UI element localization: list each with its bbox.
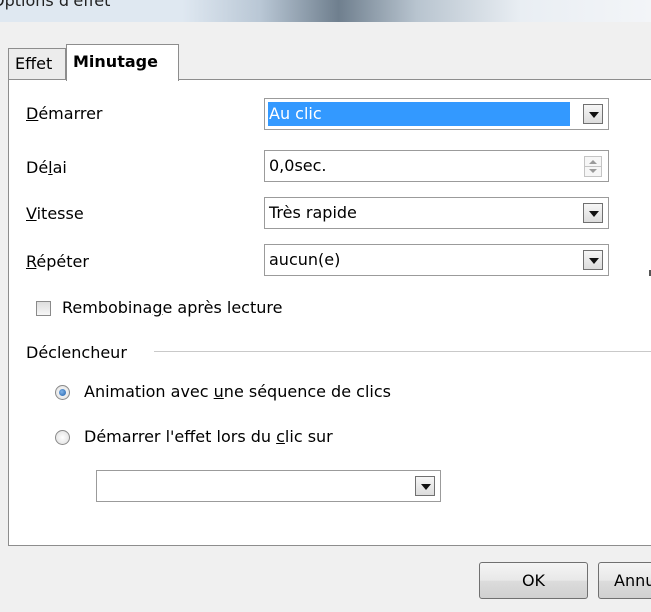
trigger-group-label: Déclencheur	[26, 343, 127, 362]
title-bar: Options d'effet	[0, 0, 651, 22]
shape-select[interactable]	[96, 470, 441, 502]
repeat-label: Répéter	[26, 252, 89, 271]
start-label: Démarrer	[26, 104, 103, 123]
tab-effet[interactable]: Effet	[8, 48, 66, 79]
repeat-select-value: aucun(e)	[269, 250, 341, 269]
radio-click-sequence[interactable]	[55, 385, 70, 400]
chevron-down-icon[interactable]	[583, 203, 603, 223]
delay-spinbox[interactable]: 0,0sec.	[264, 150, 609, 182]
start-select-value: Au clic	[268, 102, 570, 126]
chevron-down-icon[interactable]	[583, 250, 603, 270]
delay-value: 0,0sec.	[269, 156, 327, 175]
tab-minutage[interactable]: Minutage	[66, 44, 179, 81]
spin-up-icon[interactable]	[585, 157, 601, 167]
spin-buttons[interactable]	[584, 156, 602, 177]
ok-button[interactable]: OK	[479, 562, 588, 599]
spin-down-icon[interactable]	[585, 167, 601, 176]
chevron-down-icon[interactable]	[415, 476, 435, 496]
speed-select-value: Très rapide	[269, 203, 357, 222]
cancel-button[interactable]: Annuler	[598, 562, 651, 599]
group-divider	[154, 351, 651, 352]
radio-click-sequence-label[interactable]: Animation avec une séquence de clics	[84, 382, 391, 401]
rewind-label[interactable]: Rembobinage après lecture	[62, 298, 282, 317]
speed-select[interactable]: Très rapide	[264, 197, 609, 229]
repeat-select[interactable]: aucun(e)	[264, 244, 609, 276]
start-select[interactable]: Au clic	[264, 98, 609, 130]
speed-label: Vitesse	[26, 204, 84, 223]
radio-start-on-click[interactable]	[55, 430, 70, 445]
delay-label: Délai	[26, 158, 67, 177]
rewind-checkbox[interactable]	[36, 301, 51, 316]
window-title: Options d'effet	[0, 0, 111, 10]
radio-start-on-click-label[interactable]: Démarrer l'effet lors du clic sur	[84, 427, 333, 446]
chevron-down-icon[interactable]	[583, 104, 603, 124]
